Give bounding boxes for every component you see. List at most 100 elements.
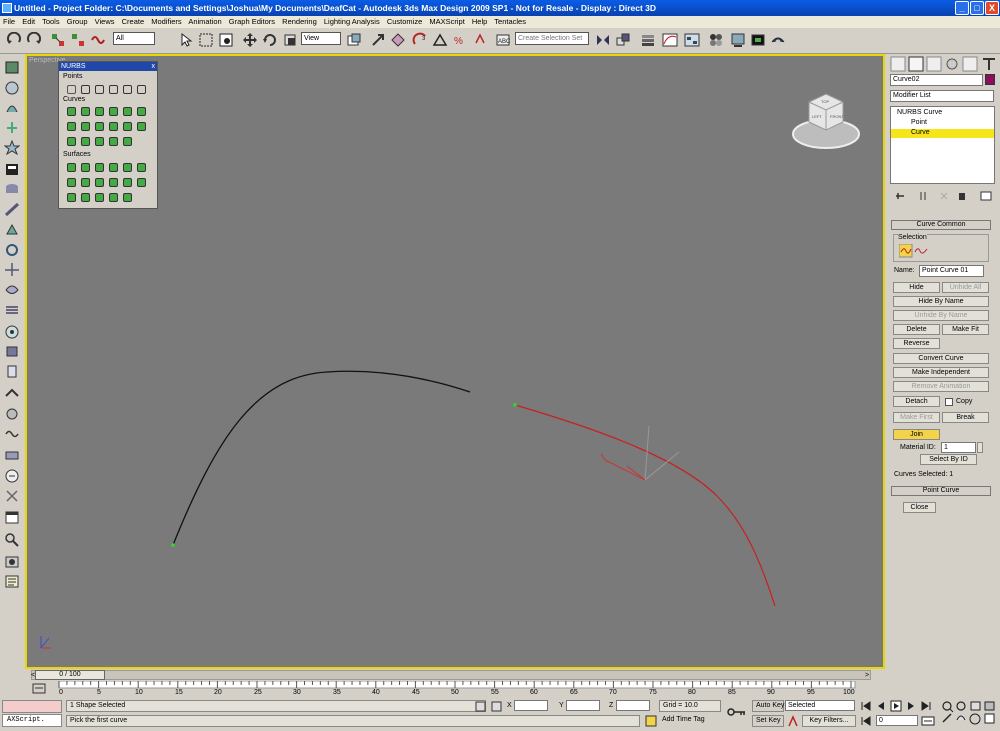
red-selected-curve[interactable] xyxy=(514,404,776,607)
menu-views[interactable]: Views xyxy=(95,17,115,26)
previous-frame-icon[interactable] xyxy=(878,702,884,710)
selection-lock-icon[interactable] xyxy=(475,701,486,712)
select-by-name-icon[interactable] xyxy=(218,32,234,48)
tentacles-tool-15-icon[interactable] xyxy=(4,344,20,359)
convert-curve-button[interactable]: Convert Curve xyxy=(893,353,989,364)
tentacles-tool-21-icon[interactable] xyxy=(4,468,20,483)
fillet-surface-icon[interactable] xyxy=(123,193,132,202)
hide-button[interactable]: Hide xyxy=(893,282,940,293)
rectangle-selection-icon[interactable] xyxy=(198,32,214,48)
v-iso-curve-icon[interactable] xyxy=(123,122,132,131)
tentacles-tool-7-icon[interactable] xyxy=(4,182,20,197)
mirror-curve-icon[interactable] xyxy=(137,107,146,116)
chamfer-curve-icon[interactable] xyxy=(67,122,76,131)
object-name-field[interactable]: Curve02 xyxy=(890,74,983,86)
curve-editor-icon[interactable] xyxy=(662,32,678,48)
make-fit-button[interactable]: Make Fit xyxy=(942,324,989,335)
create-curve-curve-point-icon[interactable] xyxy=(109,85,118,94)
set-key-button[interactable]: Set Key xyxy=(752,715,784,727)
viewcube-top[interactable]: TOP xyxy=(821,99,829,104)
tentacles-tool-16-icon[interactable] xyxy=(4,364,20,379)
current-frame-field[interactable]: 0 xyxy=(876,715,918,726)
tentacles-tool-24-icon[interactable] xyxy=(4,532,20,547)
select-and-link-icon[interactable] xyxy=(50,32,66,48)
set-key-mode-icon[interactable] xyxy=(726,705,748,719)
detach-button[interactable]: Detach xyxy=(893,396,940,407)
lathe-surface-icon[interactable] xyxy=(81,178,90,187)
rendered-frame-window-icon[interactable] xyxy=(750,32,766,48)
menu-tentacles[interactable]: Tentacles xyxy=(494,17,526,26)
tentacles-tool-19-icon[interactable] xyxy=(4,426,20,441)
modifier-list-dropdown[interactable]: Modifier List xyxy=(890,90,994,102)
zoom-extents-icon[interactable] xyxy=(970,701,981,711)
move-icon[interactable] xyxy=(242,32,258,48)
absolute-mode-icon[interactable] xyxy=(491,701,502,712)
spinner-snap-icon[interactable] xyxy=(472,32,488,48)
menu-modifiers[interactable]: Modifiers xyxy=(151,17,181,26)
one-rail-sweep-icon[interactable] xyxy=(67,193,76,202)
point-surface-icon[interactable] xyxy=(81,163,90,172)
named-selection-dropdown[interactable]: Create Selection Set xyxy=(515,32,589,45)
unhide-by-name-button[interactable]: Unhide By Name xyxy=(893,310,989,321)
viewcube-front[interactable]: FRONT xyxy=(830,114,844,119)
remove-animation-button[interactable]: Remove Animation xyxy=(893,381,989,392)
key-selection-dropdown[interactable]: Selected xyxy=(785,700,855,711)
mini-curve-editor-icon[interactable] xyxy=(31,682,49,696)
menu-help[interactable]: Help xyxy=(472,17,487,26)
remove-modifier-icon[interactable] xyxy=(959,193,965,200)
blend-surface-icon[interactable] xyxy=(109,163,118,172)
surface-edge-curve-icon[interactable] xyxy=(123,137,132,146)
menu-animation[interactable]: Animation xyxy=(188,17,221,26)
tentacles-tool-8-icon[interactable] xyxy=(4,202,20,217)
menu-lighting-analysis[interactable]: Lighting Analysis xyxy=(324,17,380,26)
selection-filter-dropdown[interactable]: All xyxy=(113,32,155,45)
keyboard-shortcut-override-icon[interactable] xyxy=(390,32,406,48)
render-setup-icon[interactable] xyxy=(730,32,746,48)
tentacles-tool-11-icon[interactable] xyxy=(4,262,20,277)
tentacles-tool-1-icon[interactable] xyxy=(4,60,20,75)
transform-surface-icon[interactable] xyxy=(95,163,104,172)
bind-to-space-warp-icon[interactable] xyxy=(90,32,106,48)
tentacles-tool-20-icon[interactable] xyxy=(4,448,20,463)
time-slider-next[interactable]: > xyxy=(865,672,869,679)
unlink-selection-icon[interactable] xyxy=(70,32,86,48)
menu-group[interactable]: Group xyxy=(67,17,88,26)
create-tab-icon[interactable] xyxy=(890,56,906,72)
tentacles-tool-18-icon[interactable] xyxy=(4,406,20,421)
cv-surface-icon[interactable] xyxy=(67,163,76,172)
undo-icon[interactable] xyxy=(6,32,22,48)
set-keys-icon[interactable] xyxy=(786,715,800,727)
material-id-field[interactable]: 1 xyxy=(941,442,976,453)
pin-stack-icon[interactable] xyxy=(896,193,904,199)
mirror-surface-icon[interactable] xyxy=(137,163,146,172)
schematic-view-icon[interactable] xyxy=(684,32,700,48)
edit-named-selection-icon[interactable]: ABC xyxy=(495,32,511,48)
maxscript-listener-output[interactable] xyxy=(2,700,62,713)
percent-snap-icon[interactable]: % xyxy=(452,32,468,48)
create-surface-point-icon[interactable] xyxy=(123,85,132,94)
time-tag-icon[interactable] xyxy=(645,715,659,727)
scale-icon[interactable] xyxy=(282,32,298,48)
select-by-id-button[interactable]: Select By ID xyxy=(920,454,977,465)
cv-curve-on-surface-icon[interactable] xyxy=(81,137,90,146)
maximize-viewport-icon[interactable] xyxy=(984,713,995,724)
surface-surface-intersect-icon[interactable] xyxy=(95,122,104,131)
reference-coordinate-dropdown[interactable]: View xyxy=(301,32,341,45)
go-to-start-icon[interactable] xyxy=(861,701,871,711)
auto-key-button[interactable]: Auto Key xyxy=(752,700,784,712)
point-curve-on-surface-icon[interactable] xyxy=(95,137,104,146)
delete-button[interactable]: Delete xyxy=(893,324,940,335)
create-curve-point-icon[interactable] xyxy=(95,85,104,94)
add-time-tag-button[interactable]: Add Time Tag xyxy=(659,715,721,727)
point-curve-rollout-header[interactable]: Point Curve xyxy=(891,486,991,496)
tentacles-tool-6-icon[interactable] xyxy=(4,162,20,177)
menu-customize[interactable]: Customize xyxy=(387,17,422,26)
tentacles-tool-14-icon[interactable] xyxy=(4,324,20,339)
time-configuration-icon[interactable] xyxy=(920,715,938,727)
next-frame-icon[interactable] xyxy=(908,702,914,710)
menu-rendering[interactable]: Rendering xyxy=(282,17,317,26)
motion-tab-icon[interactable] xyxy=(946,58,958,70)
app-icon[interactable] xyxy=(2,3,12,13)
pan-view-icon[interactable] xyxy=(956,715,966,721)
stack-item-point[interactable]: Point xyxy=(911,119,927,126)
